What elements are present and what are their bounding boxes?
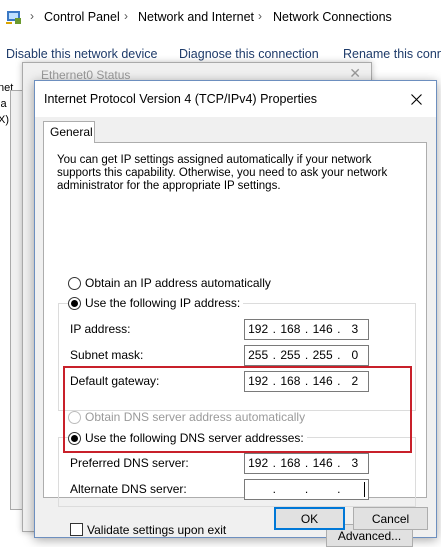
ip-manual-radio[interactable] [68,296,81,310]
ip-auto-label: Obtain an IP address automatically [85,276,271,290]
disable-device-command[interactable]: Disable this network device [6,47,157,61]
dialog-title: Internet Protocol Version 4 (TCP/IPv4) P… [44,92,318,106]
breadcrumb-network-and-internet[interactable]: Network and Internet [138,10,254,24]
diagnose-command[interactable]: Diagnose this connection [179,47,319,61]
preferred-dns-label: Preferred DNS server: [70,456,189,470]
preferred-dns-input[interactable]: 192. 168. 146. 3 [244,453,369,474]
address-bar[interactable]: › Control Panel › Network and Internet ›… [0,0,441,36]
dialog-title-bar: Internet Protocol Version 4 (TCP/IPv4) P… [35,81,436,117]
ip-manual-option[interactable]: Use the following IP address: [68,296,244,310]
rename-command[interactable]: Rename this conne [343,47,441,61]
dns-auto-option: Obtain DNS server address automatically [68,410,305,424]
breadcrumb-control-panel[interactable]: Control Panel [44,10,120,24]
subnet-mask-input[interactable]: 255. 255. 255. 0 [244,345,369,366]
dns-manual-option[interactable]: Use the following DNS server addresses: [68,431,307,445]
dns-manual-label: Use the following DNS server addresses: [85,431,304,445]
dns-auto-label: Obtain DNS server address automatically [85,410,306,424]
dialog-close-button[interactable] [396,81,436,117]
chevron-right-icon: › [258,9,262,23]
ip-auto-option[interactable]: Obtain an IP address automatically [68,276,271,290]
default-gateway-label: Default gateway: [70,374,160,388]
ip-address-input[interactable]: 192. 168. 146. 3 [244,319,369,340]
ip-manual-label: Use the following IP address: [85,296,241,310]
subnet-mask-label: Subnet mask: [70,348,144,362]
breadcrumb-network-connections[interactable]: Network Connections [273,10,392,24]
tab-general[interactable]: General [43,121,95,143]
general-tab-page: You can get IP settings assigned automat… [43,142,427,547]
dns-manual-radio[interactable] [68,431,81,445]
alternate-dns-label: Alternate DNS server: [70,482,187,496]
alternate-dns-input[interactable]: . . . [244,479,369,500]
ipv4-properties-dialog: Internet Protocol Version 4 (TCP/IPv4) P… [34,80,437,547]
chevron-right-icon: › [30,9,34,23]
ok-button[interactable]: OK [274,507,345,530]
validate-checkbox[interactable] [70,523,83,536]
intro-text: You can get IP settings assigned automat… [57,154,388,192]
cancel-button[interactable]: Cancel [353,507,428,530]
ip-auto-radio[interactable] [68,276,81,290]
close-icon [410,93,422,105]
validate-label: Validate settings upon exit [87,523,227,537]
control-panel-icon [6,11,21,24]
text-caret [364,482,365,497]
default-gateway-input[interactable]: 192. 168. 146. 2 [244,371,369,392]
chevron-right-icon: › [124,9,128,23]
dns-auto-radio [68,410,81,424]
ip-address-label: IP address: [70,322,131,336]
